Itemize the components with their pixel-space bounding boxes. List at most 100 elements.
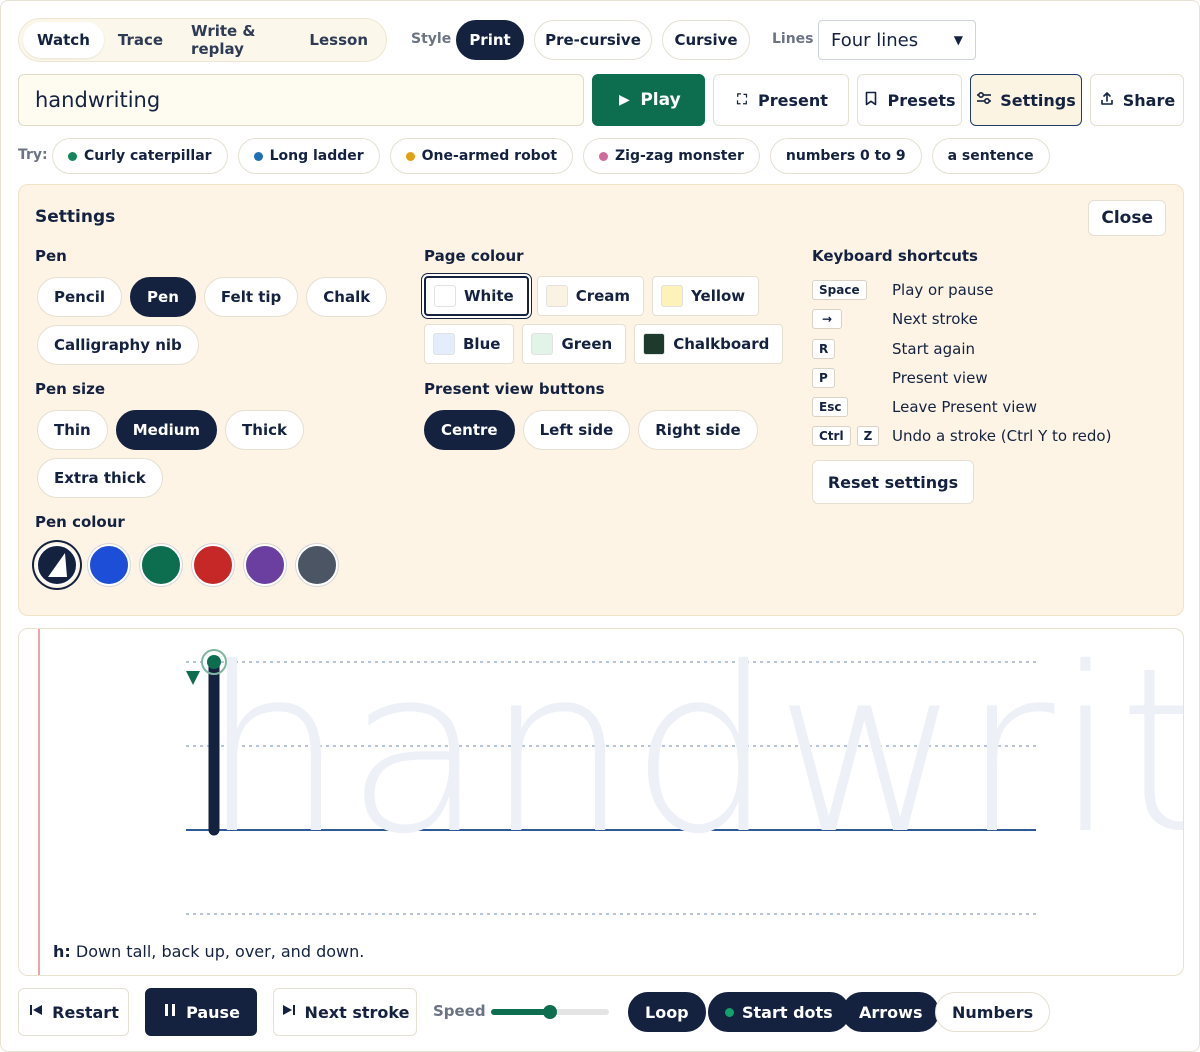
- try-chip-zig-zag-monster[interactable]: Zig-zag monster: [583, 138, 760, 174]
- present-view-options: Centre Left side Right side: [424, 410, 758, 450]
- pen-pen-button[interactable]: Pen: [130, 277, 196, 317]
- try-chip-curly-caterpillar[interactable]: Curly caterpillar: [52, 138, 228, 174]
- page-blue-button[interactable]: Blue: [424, 324, 515, 364]
- next-stroke-button[interactable]: Next stroke: [273, 988, 417, 1036]
- chip-dot-icon: [599, 151, 609, 161]
- pause-icon: [162, 1003, 178, 1021]
- style-cursive-button[interactable]: Cursive: [662, 20, 750, 60]
- pen-options-row2: Calligraphy nib: [37, 325, 199, 365]
- guide-word: handwriting: [201, 629, 1184, 884]
- shortcut-desc: Next stroke: [892, 310, 978, 328]
- tab-write-replay[interactable]: Write & replay: [177, 22, 295, 58]
- present-left-side-button[interactable]: Left side: [522, 410, 631, 450]
- key-badge: Esc: [812, 397, 849, 417]
- swatch-icon: [643, 333, 666, 355]
- lines-select[interactable]: Four lines ▼: [818, 20, 976, 60]
- numbers-toggle[interactable]: Numbers: [935, 992, 1051, 1032]
- pen-colour-swatch[interactable]: [192, 544, 234, 586]
- try-chip-sentence[interactable]: a sentence: [931, 138, 1050, 174]
- page-colour-options-row2: Blue Green Chalkboard: [424, 324, 784, 364]
- style-pre-cursive-button[interactable]: Pre-cursive: [534, 20, 652, 60]
- play-button[interactable]: ▶ Play: [592, 74, 705, 126]
- size-extra-thick-button[interactable]: Extra thick: [37, 458, 163, 498]
- restart-label: Restart: [52, 1002, 119, 1022]
- page-green-button[interactable]: Green: [522, 324, 627, 364]
- page-chalkboard-button[interactable]: Chalkboard: [634, 324, 784, 364]
- lines-select-value: Four lines: [831, 29, 919, 51]
- present-centre-button[interactable]: Centre: [424, 410, 515, 450]
- style-print-button[interactable]: Print: [456, 20, 524, 60]
- style-options: Print Pre-cursive Cursive: [456, 20, 750, 60]
- skip-back-icon: [28, 1003, 44, 1021]
- slider-thumb[interactable]: [543, 1005, 557, 1019]
- shortcut-desc: Present view: [892, 369, 988, 387]
- settings-title: Settings: [35, 207, 116, 227]
- pen-felt-tip-button[interactable]: Felt tip: [203, 277, 299, 317]
- pen-chalk-button[interactable]: Chalk: [306, 277, 388, 317]
- hint-letter: h:: [53, 942, 71, 961]
- size-thick-button[interactable]: Thick: [225, 410, 304, 450]
- pen-colour-swatch[interactable]: [244, 544, 286, 586]
- present-button[interactable]: ⛶ Present: [713, 74, 849, 126]
- present-right-side-button[interactable]: Right side: [638, 410, 758, 450]
- page-colour-title: Page colour: [424, 247, 524, 265]
- writing-canvas[interactable]: handwriting h: Down tall, back up, over,…: [18, 628, 1184, 976]
- pause-label: Pause: [186, 1002, 240, 1022]
- page-yellow-button[interactable]: Yellow: [652, 276, 760, 316]
- pause-button[interactable]: Pause: [145, 988, 257, 1036]
- page-colour-options: White Cream Yellow: [424, 276, 760, 316]
- pen-size-title: Pen size: [35, 380, 106, 398]
- shortcuts-title: Keyboard shortcuts: [812, 247, 978, 265]
- word-input[interactable]: [18, 74, 584, 126]
- sliders-icon: [976, 91, 992, 109]
- close-settings-button[interactable]: Close: [1088, 200, 1166, 236]
- present-view-title: Present view buttons: [424, 380, 605, 398]
- shortcut-row: P Present view: [812, 368, 988, 388]
- restart-button[interactable]: Restart: [18, 988, 129, 1036]
- key-badge: P: [812, 368, 835, 388]
- page-white-button[interactable]: White: [424, 276, 529, 316]
- loop-toggle[interactable]: Loop: [628, 992, 706, 1032]
- tab-lesson[interactable]: Lesson: [295, 22, 382, 58]
- page-colour-label: White: [464, 287, 514, 305]
- pen-colour-swatch[interactable]: [36, 544, 78, 586]
- settings-panel: Settings Close Pen Pencil Pen Felt tip C…: [18, 184, 1184, 616]
- speed-label: Speed: [433, 1002, 486, 1020]
- pen-pencil-button[interactable]: Pencil: [37, 277, 123, 317]
- tab-watch[interactable]: Watch: [23, 22, 104, 58]
- tab-trace[interactable]: Trace: [104, 22, 177, 58]
- try-chip-numbers[interactable]: numbers 0 to 9: [769, 138, 922, 174]
- pen-calligraphy-nib-button[interactable]: Calligraphy nib: [37, 325, 199, 365]
- key-badge: Z: [856, 426, 880, 446]
- guide-lines: handwriting: [186, 629, 1184, 915]
- reset-settings-button[interactable]: Reset settings: [812, 460, 974, 504]
- pen-colour-swatch[interactable]: [140, 544, 182, 586]
- pen-colour-swatch[interactable]: [88, 544, 130, 586]
- chip-label: Zig-zag monster: [615, 148, 744, 164]
- play-icon: ▶: [618, 92, 630, 108]
- bookmark-icon: [863, 91, 879, 110]
- presets-button[interactable]: Presets: [857, 74, 962, 126]
- settings-button[interactable]: Settings: [970, 74, 1082, 126]
- settings-label: Settings: [1000, 90, 1076, 110]
- page-cream-button[interactable]: Cream: [536, 276, 645, 316]
- start-dots-toggle[interactable]: Start dots: [708, 992, 850, 1032]
- chip-dot-icon: [253, 151, 263, 161]
- shortcut-row: R Start again: [812, 339, 975, 359]
- speed-slider[interactable]: [491, 1005, 609, 1019]
- page-colour-label: Chalkboard: [673, 335, 770, 353]
- chip-label: a sentence: [947, 148, 1034, 164]
- try-chip-long-ladder[interactable]: Long ladder: [237, 138, 380, 174]
- try-chip-one-armed-robot[interactable]: One-armed robot: [389, 138, 574, 174]
- share-button[interactable]: Share: [1090, 74, 1184, 126]
- arrows-toggle[interactable]: Arrows: [842, 992, 940, 1032]
- size-medium-button[interactable]: Medium: [115, 410, 218, 450]
- size-thin-button[interactable]: Thin: [37, 410, 108, 450]
- hint-text: Down tall, back up, over, and down.: [70, 942, 365, 961]
- next-stroke-label: Next stroke: [304, 1002, 410, 1022]
- lines-label: Lines: [772, 31, 814, 47]
- pen-colour-swatch[interactable]: [296, 544, 338, 586]
- chip-label: numbers 0 to 9: [785, 148, 906, 164]
- chevron-down-icon: ▼: [953, 33, 963, 47]
- try-label: Try:: [18, 147, 48, 163]
